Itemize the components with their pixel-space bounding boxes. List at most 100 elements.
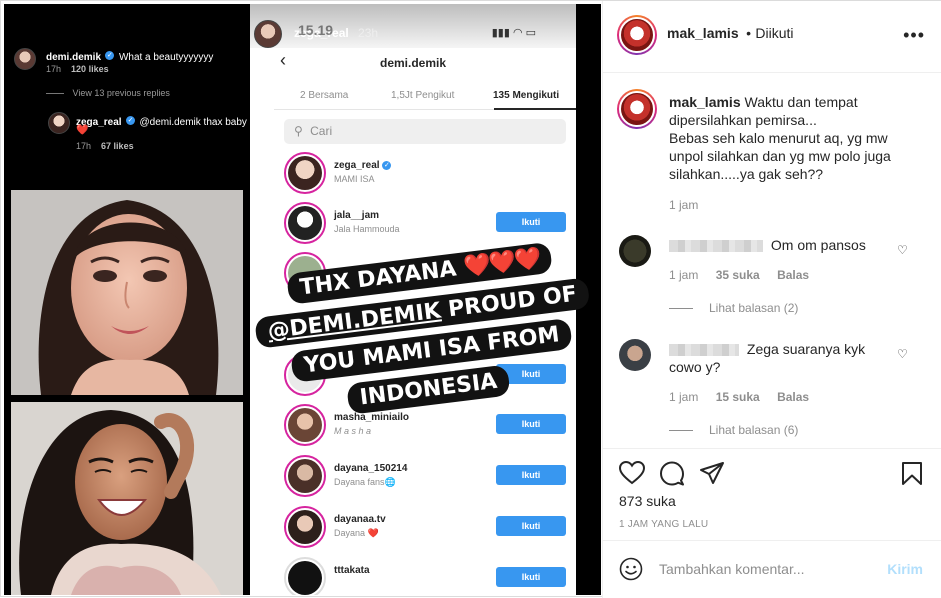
add-comment-input[interactable]: Tambahkan komentar... xyxy=(659,561,805,577)
comment-time: 17h xyxy=(76,141,92,151)
avatar[interactable] xyxy=(617,15,657,55)
follow-button: Ikuti xyxy=(496,567,566,587)
avatar xyxy=(14,48,36,70)
list-item: dayana_150214 Dayana fans🌐 Ikuti xyxy=(284,453,566,501)
comment-time: 1 jam xyxy=(669,390,699,404)
follow-button: Ikuti xyxy=(496,414,566,434)
list-item-subtitle: Jala Hammouda xyxy=(334,224,400,234)
avatar xyxy=(284,506,326,548)
comment-likes[interactable]: 35 suka xyxy=(716,268,760,282)
view-replies-button[interactable]: Lihat balasan (6) xyxy=(669,423,798,437)
likes-count[interactable]: 873 suka xyxy=(619,493,676,509)
separator-dot: • xyxy=(746,25,751,41)
search-placeholder: Cari xyxy=(310,124,333,138)
divider xyxy=(669,430,693,432)
comment-username: demi.demik xyxy=(46,52,102,63)
avatar xyxy=(284,455,326,497)
view-replies-link: View 13 previous replies xyxy=(72,88,170,98)
reply-button[interactable]: Balas xyxy=(777,268,809,282)
like-comment-heart-icon[interactable]: ♡ xyxy=(897,243,908,257)
follow-status-button[interactable]: Diikuti xyxy=(755,25,793,41)
more-options-icon[interactable]: ••• xyxy=(903,25,925,46)
comment-time: 1 jam xyxy=(669,268,699,282)
active-tab-indicator xyxy=(494,108,576,110)
profile-title: demi.demik xyxy=(379,56,447,70)
portrait-photo xyxy=(11,190,243,395)
avatar[interactable] xyxy=(619,339,651,371)
avatar xyxy=(284,152,326,194)
list-item-subtitle: M a s h a xyxy=(334,426,372,436)
caption-time: 1 jam xyxy=(669,198,699,212)
add-comment-bar: Tambahkan komentar... Kirim xyxy=(603,540,941,598)
verified-icon: ✓ xyxy=(126,116,136,126)
avatar[interactable] xyxy=(617,89,657,129)
status-time: 15.19 xyxy=(298,22,334,38)
header-username[interactable]: mak_lamis xyxy=(667,25,739,41)
like-comment-heart-icon[interactable]: ♡ xyxy=(897,347,908,361)
hearts-emoji: ❤️❤️❤️ xyxy=(462,246,542,281)
divider xyxy=(669,308,693,310)
search-field: ⚲ Cari xyxy=(284,119,566,144)
list-item-name: zega_real xyxy=(334,160,380,171)
story-avatar xyxy=(254,20,282,48)
tab-followers: 1,5Jt Pengikut xyxy=(391,90,455,101)
emoji-icon[interactable] xyxy=(619,557,643,581)
laughing-photo xyxy=(11,402,243,595)
heart-emoji: ❤️ xyxy=(76,125,89,136)
list-item-subtitle: MAMI ISA xyxy=(334,174,375,184)
avatar xyxy=(284,202,326,244)
follow-button: Ikuti xyxy=(496,516,566,536)
avatar[interactable] xyxy=(619,235,651,267)
list-item-name: dayanaa.tv xyxy=(334,514,386,525)
divider xyxy=(46,93,64,95)
avatar xyxy=(284,557,326,595)
comment-time: 17h xyxy=(46,64,62,74)
comment-screenshot: demi.demik ✓ What a beautyyyyyyy 17h 120… xyxy=(4,4,248,182)
post-media[interactable]: demi.demik ✓ What a beautyyyyyyy 17h 120… xyxy=(4,4,601,595)
post-comment-button[interactable]: Kirim xyxy=(887,561,923,577)
list-item-subtitle: Dayana ❤️ xyxy=(334,528,379,538)
caption: mak_lamis Waktu dan tempat dipersilahkan… xyxy=(669,94,891,182)
list-item: tttakata Ikuti xyxy=(284,555,566,595)
reply-button[interactable]: Balas xyxy=(777,390,809,404)
avatar xyxy=(284,404,326,446)
list-item-name: masha_miniailo xyxy=(334,412,410,423)
tab-following: 135 Mengikuti xyxy=(493,90,560,101)
post-actions: 873 suka 1 JAM YANG LALU xyxy=(603,448,941,538)
comment-icon[interactable] xyxy=(659,461,685,486)
search-icon: ⚲ xyxy=(294,124,303,138)
comments-list[interactable]: mak_lamis Waktu dan tempat dipersilahkan… xyxy=(603,73,941,448)
blurred-username xyxy=(669,240,763,253)
list-item-subtitle: Dayana fans🌐 xyxy=(334,477,396,487)
post-header: mak_lamis • Diikuti ••• xyxy=(603,1,941,73)
follow-tabs: 2 Bersama 1,5Jt Pengikut 135 Mengikuti xyxy=(274,82,576,110)
list-item: dayanaa.tv Dayana ❤️ Ikuti xyxy=(284,504,566,552)
blurred-username xyxy=(669,344,739,357)
status-icons: ▮▮▮ ◠ ▭ xyxy=(491,27,536,39)
caption-username[interactable]: mak_lamis xyxy=(669,94,741,110)
comment-text: Zega suaranya kyk cowo y? xyxy=(669,341,866,375)
view-replies-button[interactable]: Lihat balasan (2) xyxy=(669,301,798,315)
post-dialog: demi.demik ✓ What a beautyyyyyyy 17h 120… xyxy=(0,0,941,598)
comment-likes: 120 likes xyxy=(71,64,109,74)
save-bookmark-icon[interactable] xyxy=(901,461,923,486)
comment-likes[interactable]: 15 suka xyxy=(716,390,760,404)
tab-mutual: 2 Bersama xyxy=(300,90,349,101)
list-item: zega_real ✓ MAMI ISA xyxy=(284,150,566,198)
comment-text: Om om pansos xyxy=(669,236,866,254)
story-text-overlay: THX DAYANA ❤️❤️❤️ @DEMI.DEMIK PROUD OF Y… xyxy=(252,241,591,415)
verified-icon: ✓ xyxy=(382,160,392,170)
list-item: masha_miniailo M a s h a Ikuti xyxy=(284,402,566,450)
comment-text: @demi.demik thax baby xyxy=(139,117,247,128)
comment-likes: 67 likes xyxy=(101,141,134,151)
verified-icon: ✓ xyxy=(105,51,115,61)
list-item: jala__jam Jala Hammouda Ikuti xyxy=(284,200,566,248)
list-item-name: dayana_150214 xyxy=(334,463,408,474)
follow-button: Ikuti xyxy=(496,212,566,232)
like-heart-icon[interactable] xyxy=(619,461,645,485)
share-icon[interactable] xyxy=(699,461,725,485)
list-item-name: jala__jam xyxy=(334,210,380,221)
follow-button: Ikuti xyxy=(496,465,566,485)
story-time: 23h xyxy=(358,26,379,40)
avatar xyxy=(48,112,70,134)
